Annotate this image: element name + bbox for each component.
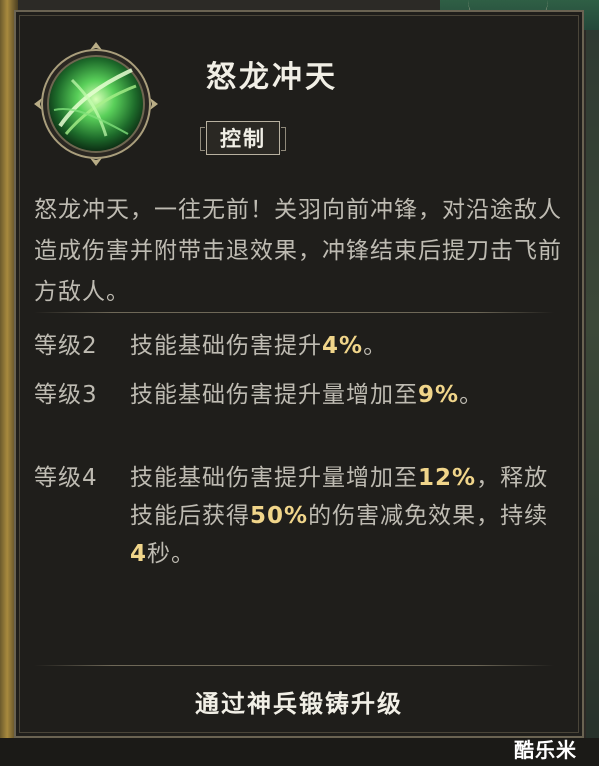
watermark: 酷乐米 bbox=[514, 738, 577, 762]
level-value-highlight: 4% bbox=[322, 333, 364, 359]
background-bottom bbox=[0, 738, 599, 766]
divider-bottom bbox=[34, 665, 554, 666]
divider-top bbox=[34, 312, 554, 313]
skill-description: 怒龙冲天，一往无前！关羽向前冲锋，对沿途敌人造成伤害并附带击退效果，冲锋结束后提… bbox=[34, 197, 562, 305]
level-value-highlight: 9% bbox=[418, 382, 460, 408]
skill-name: 怒龙冲天 bbox=[206, 60, 338, 95]
level-text-part: 技能基础伤害提升 bbox=[130, 333, 322, 359]
level-effect-text: 技能基础伤害提升4%。 bbox=[130, 327, 560, 365]
level-text-part: 。 bbox=[459, 382, 484, 408]
skill-emblem-icon bbox=[34, 42, 158, 166]
level-label: 等级3 bbox=[34, 382, 98, 408]
level-value-highlight: 4 bbox=[130, 541, 148, 567]
level-text-part: 的伤害减免效果，持续 bbox=[308, 503, 549, 529]
level-text-part: 。 bbox=[363, 333, 388, 359]
level-label: 等级4 bbox=[34, 465, 98, 491]
upgrade-hint: 通过神兵锻铸升级 bbox=[195, 690, 403, 718]
level-text-part: 技能基础伤害提升量增加至 bbox=[130, 465, 418, 491]
level-effect-text: 技能基础伤害提升量增加至9%。 bbox=[130, 376, 560, 414]
level-value-highlight: 12% bbox=[418, 465, 477, 491]
skill-type-tag: 控制 bbox=[200, 121, 286, 155]
level-value-highlight: 50% bbox=[250, 503, 309, 529]
background-right-scene bbox=[586, 30, 599, 766]
level-effect-text: 技能基础伤害提升量增加至12%，释放技能后获得50%的伤害减免效果，持续4秒。 bbox=[130, 459, 560, 573]
level-label: 等级2 bbox=[34, 333, 98, 359]
level-text-part: 秒。 bbox=[147, 541, 196, 567]
level-text-part: 技能基础伤害提升量增加至 bbox=[130, 382, 418, 408]
